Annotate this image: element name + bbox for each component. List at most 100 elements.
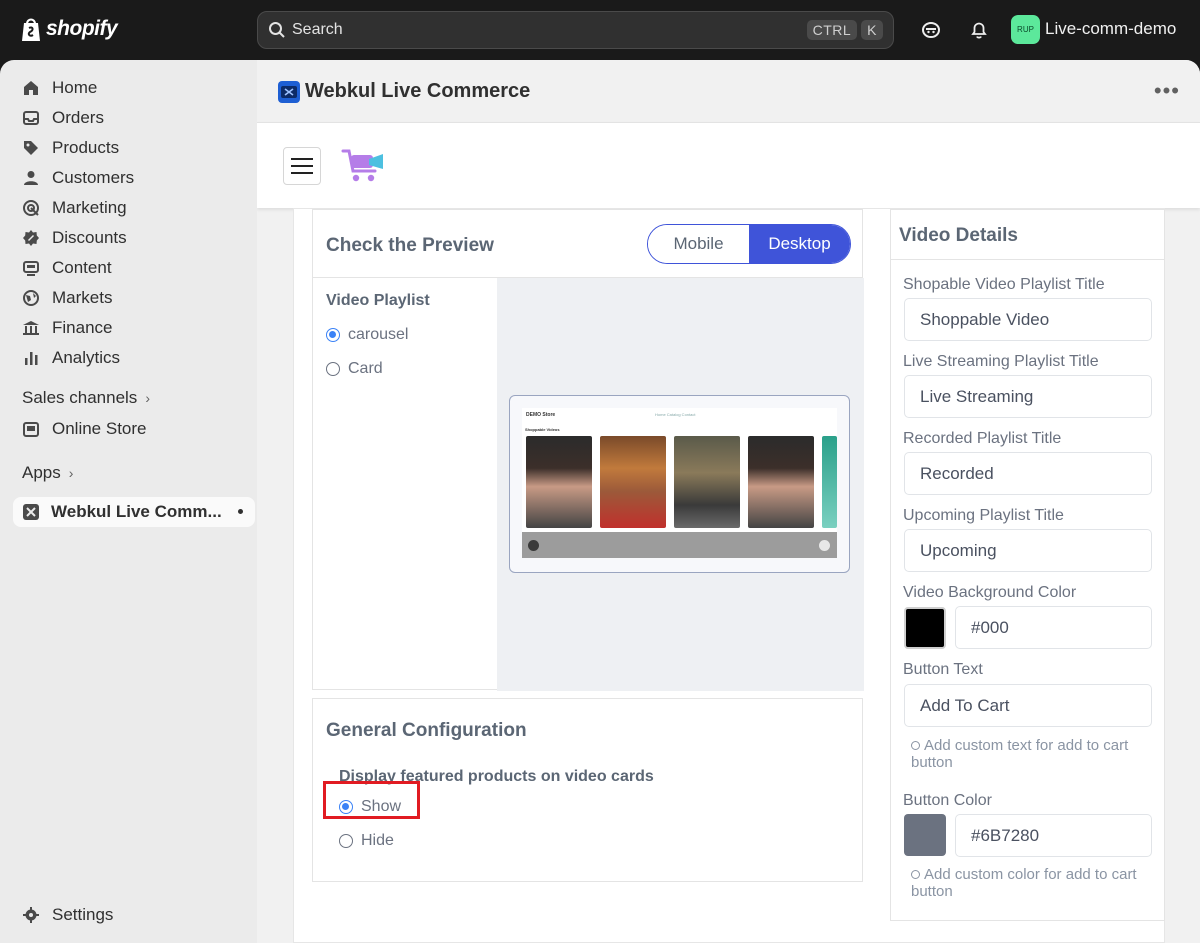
button-color-label: Button Color bbox=[903, 792, 992, 809]
mini-store-name: DEMO Store bbox=[526, 412, 556, 418]
button-text-label: Button Text bbox=[903, 661, 983, 678]
featured-option-hide[interactable]: Hide bbox=[339, 832, 394, 850]
radio-label: carousel bbox=[348, 326, 409, 343]
sidebar-item-label: Discounts bbox=[52, 228, 127, 247]
hamburger-line bbox=[291, 165, 313, 167]
bg-color-input[interactable]: #000 bbox=[955, 606, 1152, 649]
app-content: Check the Preview Mobile Desktop Video P… bbox=[293, 208, 1165, 943]
video-tile bbox=[526, 436, 592, 528]
sidebar-item-customers[interactable]: Customers bbox=[22, 166, 134, 190]
top-bar: shopify Search CTRL K RUP Live-comm-demo bbox=[0, 0, 1200, 60]
mini-avatar-icon bbox=[819, 540, 830, 551]
sidebar-item-label: Finance bbox=[52, 318, 113, 337]
apps-heading[interactable]: Apps › bbox=[22, 463, 73, 483]
webkul-app-icon bbox=[23, 504, 39, 520]
playlist-option-carousel[interactable]: carousel bbox=[326, 326, 408, 344]
desktop-toggle-button[interactable]: Desktop bbox=[749, 225, 850, 263]
shoppable-title-input[interactable]: Shoppable Video bbox=[904, 298, 1152, 341]
more-actions-button[interactable]: ••• bbox=[1154, 78, 1180, 104]
sidebar-item-marketing[interactable]: Marketing bbox=[22, 196, 127, 220]
mini-nav-links: Home Catalog Contact bbox=[655, 412, 696, 417]
app-logo-icon bbox=[281, 86, 297, 98]
radio-label: Hide bbox=[361, 832, 394, 849]
button-color-hint: Add custom color for add to cart button bbox=[911, 866, 1141, 900]
sidebar-item-home[interactable]: Home bbox=[22, 76, 97, 100]
upcoming-title-input[interactable]: Upcoming bbox=[904, 529, 1152, 572]
video-details-title: Video Details bbox=[899, 225, 1018, 246]
bank-icon bbox=[23, 321, 39, 335]
button-text-input[interactable]: Add To Cart bbox=[904, 684, 1152, 727]
highlight-box bbox=[323, 781, 420, 819]
bell-icon[interactable] bbox=[968, 19, 990, 41]
mobile-toggle-button[interactable]: Mobile bbox=[648, 225, 749, 263]
sidebar-item-online-store[interactable]: Online Store bbox=[22, 417, 147, 441]
radio-button[interactable] bbox=[326, 362, 340, 376]
playlist-heading: Video Playlist bbox=[326, 292, 430, 309]
store-name[interactable]: Live-comm-demo bbox=[1045, 19, 1176, 39]
search-placeholder[interactable]: Search bbox=[292, 21, 803, 39]
target-icon bbox=[23, 200, 39, 216]
inbox-icon bbox=[23, 111, 39, 125]
live-title-input[interactable]: Live Streaming bbox=[904, 375, 1152, 418]
preview-header: Check the Preview Mobile Desktop bbox=[313, 210, 862, 278]
app-toolbar bbox=[257, 122, 1200, 208]
general-configuration-title: General Configuration bbox=[326, 720, 527, 741]
sidebar-item-discounts[interactable]: Discounts bbox=[22, 226, 127, 250]
preview-card: Check the Preview Mobile Desktop Video P… bbox=[312, 209, 864, 691]
radio-label: Card bbox=[348, 360, 383, 377]
sidebar-item-content[interactable]: Content bbox=[22, 256, 112, 280]
sidebar-item-finance[interactable]: Finance bbox=[22, 316, 112, 340]
store-avatar[interactable]: RUP bbox=[1011, 15, 1040, 44]
button-color-swatch[interactable] bbox=[904, 814, 946, 856]
chevron-right-icon: › bbox=[68, 465, 74, 481]
webkul-app-icon bbox=[278, 81, 300, 103]
hint-text: Add custom text for add to cart button bbox=[911, 737, 1129, 771]
radio-button[interactable] bbox=[339, 834, 353, 848]
menu-button[interactable] bbox=[283, 147, 321, 185]
sidebar-item-orders[interactable]: Orders bbox=[22, 106, 104, 130]
sidebar-item-products[interactable]: Products bbox=[22, 136, 119, 160]
video-details-panel: Video Details Shopable Video Playlist Ti… bbox=[890, 209, 1165, 921]
sidebar: Home Orders Products Customers Marketing… bbox=[0, 60, 257, 943]
radio-button[interactable] bbox=[326, 328, 340, 342]
recorded-title-label: Recorded Playlist Title bbox=[903, 430, 1062, 447]
sidebar-item-label: Settings bbox=[52, 905, 114, 924]
main-area: Webkul Live Commerce ••• Check the Previ… bbox=[257, 60, 1200, 943]
sales-channels-heading[interactable]: Sales channels › bbox=[22, 388, 150, 408]
sidebar-item-webkul-live-commerce[interactable]: Webkul Live Comm... bbox=[13, 497, 255, 527]
recorded-title-input[interactable]: Recorded bbox=[904, 452, 1152, 495]
bg-color-swatch[interactable] bbox=[904, 607, 946, 649]
shortcut-key-k: K bbox=[861, 20, 883, 40]
tag-icon bbox=[24, 141, 38, 155]
sidebar-item-analytics[interactable]: Analytics bbox=[22, 346, 120, 370]
sidebar-item-label: Analytics bbox=[52, 348, 121, 367]
bg-color-label: Video Background Color bbox=[903, 584, 1077, 601]
apps-label: Apps bbox=[22, 463, 61, 482]
cart-logo-icon bbox=[341, 149, 383, 182]
preview-canvas: DEMO Store Home Catalog Contact Shoppabl… bbox=[497, 278, 864, 691]
video-tile bbox=[600, 436, 666, 528]
shoppable-title-label: Shopable Video Playlist Title bbox=[903, 276, 1105, 293]
search-bar[interactable]: Search CTRL K bbox=[257, 11, 894, 49]
sidebar-item-settings[interactable]: Settings bbox=[22, 903, 113, 927]
discount-icon bbox=[23, 230, 39, 246]
sidebar-item-markets[interactable]: Markets bbox=[22, 286, 112, 310]
upcoming-title-label: Upcoming Playlist Title bbox=[903, 507, 1064, 524]
active-indicator-dot bbox=[238, 509, 243, 514]
chevron-right-icon: › bbox=[145, 390, 150, 406]
person-icon bbox=[24, 171, 38, 185]
playlist-option-card[interactable]: Card bbox=[326, 360, 383, 378]
sidebar-item-label: Customers bbox=[52, 168, 135, 187]
mini-section-title: Shoppable Videos bbox=[525, 427, 560, 432]
search-icon bbox=[269, 22, 285, 38]
button-color-input[interactable]: #6B7280 bbox=[955, 814, 1152, 857]
sales-channels-label: Sales channels bbox=[22, 388, 138, 407]
live-title-label: Live Streaming Playlist Title bbox=[903, 353, 1099, 370]
sidekick-icon[interactable] bbox=[920, 19, 942, 41]
video-tile bbox=[674, 436, 740, 528]
shopify-bag-icon bbox=[22, 18, 40, 41]
playlist-options: Video Playlist carousel Card bbox=[313, 278, 497, 691]
shopify-logo[interactable]: shopify bbox=[20, 16, 118, 42]
sidebar-item-label: Content bbox=[52, 258, 112, 277]
sidebar-item-label: Marketing bbox=[52, 198, 127, 217]
